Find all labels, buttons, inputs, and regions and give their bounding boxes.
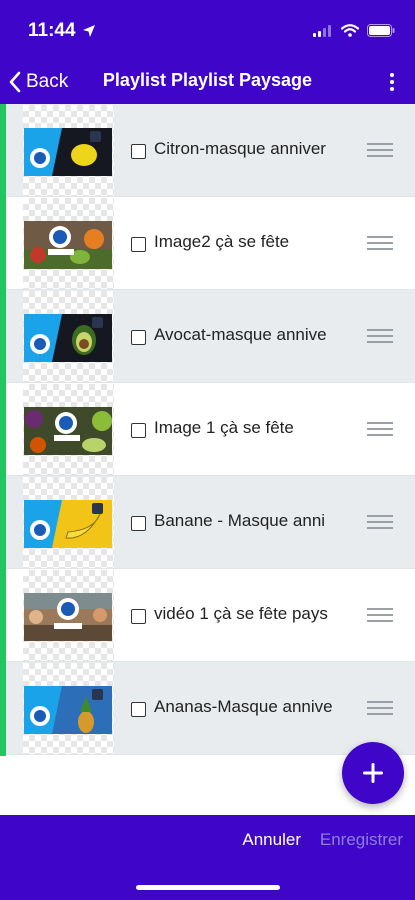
thumbnail-frame <box>23 198 114 289</box>
list-item[interactable]: Ananas-Masque annive <box>6 662 415 755</box>
location-arrow-icon <box>82 25 95 37</box>
thumbnail-image <box>24 407 112 455</box>
thumbnail-image <box>24 221 112 269</box>
drag-handle-icon[interactable] <box>367 422 393 436</box>
item-checkbox[interactable] <box>131 702 146 717</box>
cancel-button[interactable]: Annuler <box>242 830 301 850</box>
thumbnail-image <box>24 593 112 641</box>
status-icons <box>313 24 395 37</box>
drag-handle-icon[interactable] <box>367 143 393 157</box>
signal-icon <box>313 24 331 37</box>
drag-handle-icon[interactable] <box>367 608 393 622</box>
thumbnail-image <box>24 500 112 548</box>
bottom-action-bar: Annuler Enregistrer <box>0 815 415 900</box>
item-title: Banane - Masque anni <box>154 511 326 530</box>
drag-handle-icon[interactable] <box>367 515 393 529</box>
thumbnail-image <box>24 128 112 176</box>
add-button[interactable] <box>342 742 404 804</box>
thumbnail-frame <box>23 570 114 661</box>
thumbnail-frame <box>23 105 114 196</box>
item-checkbox[interactable] <box>131 516 146 531</box>
item-title: Image2 çà se fête <box>154 232 290 251</box>
playlist-list: Citron-masque anniver Image2 çà se fête <box>0 104 415 756</box>
item-checkbox[interactable] <box>131 330 146 345</box>
status-bar: 11:44 <box>0 0 415 60</box>
thumbnail-frame <box>23 384 114 475</box>
thumbnail-frame <box>23 663 114 754</box>
plus-icon <box>363 763 383 783</box>
drag-handle-icon[interactable] <box>367 329 393 343</box>
item-checkbox[interactable] <box>131 237 146 252</box>
item-title: Citron-masque anniver <box>154 139 326 158</box>
list-item[interactable]: Citron-masque anniver <box>6 104 415 197</box>
list-item[interactable]: Banane - Masque anni <box>6 476 415 569</box>
thumbnail-frame <box>23 291 114 382</box>
save-button[interactable]: Enregistrer <box>320 830 403 850</box>
nav-bar: Back Playlist Playlist Paysage <box>0 60 415 104</box>
page-title: Playlist Playlist Paysage <box>102 70 313 90</box>
list-item[interactable]: vidéo 1 çà se fête pays <box>6 569 415 662</box>
thumbnail-frame <box>23 477 114 568</box>
list-item[interactable]: Image 1 çà se fête <box>6 383 415 476</box>
item-title: vidéo 1 çà se fête pays <box>154 604 328 623</box>
item-title: Avocat-masque annive <box>154 325 327 344</box>
thumbnail-image <box>24 686 112 734</box>
item-title: Ananas-Masque annive <box>154 697 333 716</box>
status-time-group: 11:44 <box>28 20 96 42</box>
item-checkbox[interactable] <box>131 609 146 624</box>
item-title: Image 1 çà se fête <box>154 418 294 437</box>
battery-icon <box>367 24 395 37</box>
list-item[interactable]: Image2 çà se fête <box>6 197 415 290</box>
thumbnail-image <box>24 314 112 362</box>
drag-handle-icon[interactable] <box>367 701 393 715</box>
status-time: 11:44 <box>28 20 76 41</box>
drag-handle-icon[interactable] <box>367 236 393 250</box>
item-checkbox[interactable] <box>131 144 146 159</box>
item-checkbox[interactable] <box>131 423 146 438</box>
more-options-icon[interactable] <box>387 70 397 94</box>
list-item[interactable]: Avocat-masque annive <box>6 290 415 383</box>
wifi-icon <box>341 24 359 37</box>
home-indicator[interactable] <box>136 885 280 890</box>
